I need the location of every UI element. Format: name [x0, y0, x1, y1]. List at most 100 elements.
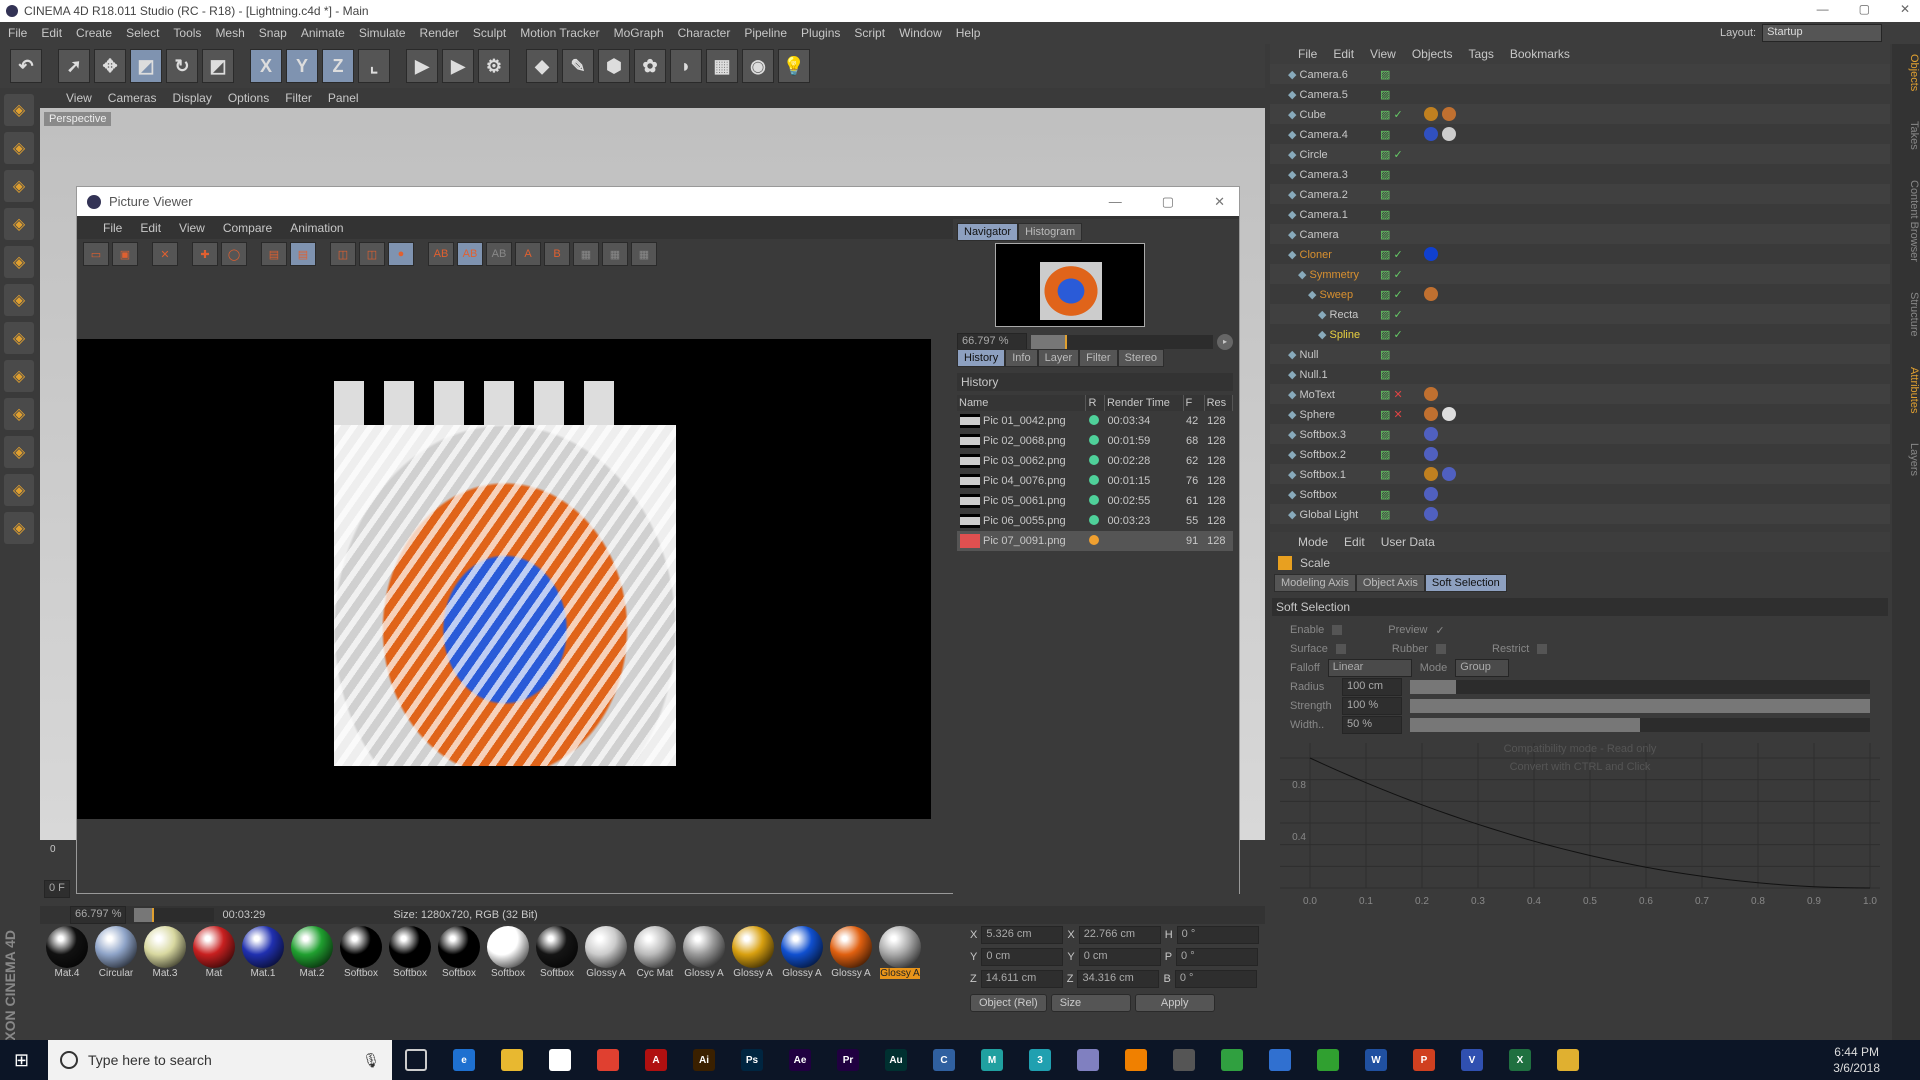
column-header-r[interactable]: R	[1085, 395, 1105, 411]
enabled-check-icon[interactable]: ✓	[1393, 289, 1402, 301]
object-row[interactable]: ◆ Sweep ▨ ✓	[1270, 284, 1890, 304]
coord-field[interactable]: 34.316 cm	[1077, 970, 1160, 988]
taskbar-explorer-icon[interactable]	[501, 1049, 523, 1071]
enabled-check-icon[interactable]: ✓	[1393, 109, 1402, 121]
object-flags[interactable]: ▨	[1380, 208, 1424, 221]
visibility-icon[interactable]: ▨	[1380, 209, 1390, 221]
visibility-icon[interactable]: ▨	[1380, 449, 1390, 461]
object-flags[interactable]: ▨	[1380, 508, 1424, 521]
pv-menu-compare[interactable]: Compare	[223, 221, 272, 235]
texture-mode-icon[interactable]: ◈	[4, 132, 34, 164]
coord-field[interactable]: 0 °	[1176, 948, 1259, 966]
column-header-render-time[interactable]: Render Time	[1104, 395, 1184, 411]
ab-compare-icon[interactable]: AB	[428, 242, 454, 266]
status-slider[interactable]	[134, 908, 215, 922]
taskbar-cinema4d-icon[interactable]: C	[933, 1049, 955, 1071]
apply-button[interactable]: Apply	[1134, 994, 1215, 1012]
taskbar-maya-icon[interactable]: M	[981, 1049, 1003, 1071]
side-tab-objects[interactable]: Objects	[1892, 54, 1920, 91]
object-flags[interactable]: ▨ ✓	[1380, 308, 1424, 321]
tab-info[interactable]: Info	[1005, 349, 1038, 367]
deformer-icon[interactable]: ◗	[670, 49, 702, 83]
navigator-preview[interactable]	[995, 243, 1145, 327]
object-row[interactable]: ◆ Null ▨	[1270, 344, 1890, 364]
material-cyc-mat[interactable]: Cyc Mat	[632, 926, 678, 986]
tag-icon[interactable]	[1442, 127, 1456, 141]
model-mode-icon[interactable]: ◈	[4, 94, 34, 126]
object-row[interactable]: ◆ Sphere ▨ ✕	[1270, 404, 1890, 424]
set-b-icon[interactable]: B	[544, 242, 570, 266]
visibility-icon[interactable]: ▨	[1380, 289, 1393, 301]
history-row[interactable]: Pic 06_0055.png 00:03:23 55 128	[957, 511, 1233, 531]
column-header-name[interactable]: Name	[957, 395, 1087, 411]
enabled-check-icon[interactable]: ✓	[1393, 269, 1402, 281]
scale-icon[interactable]: ◩	[130, 49, 162, 83]
taskbar-app2-icon[interactable]	[1221, 1049, 1243, 1071]
taskbar-premiere-icon[interactable]: Pr	[837, 1049, 859, 1071]
maximize-button[interactable]: ▢	[1859, 2, 1870, 16]
object-row[interactable]: ◆ Camera.4 ▨	[1270, 124, 1890, 144]
taskbar-acrobat-icon[interactable]: A	[645, 1049, 667, 1071]
snap-icon[interactable]: ◈	[4, 398, 34, 430]
visibility-icon[interactable]: ▨	[1380, 469, 1390, 481]
coord-field[interactable]: 0 cm	[981, 948, 1064, 966]
points-mode-icon[interactable]: ◈	[4, 208, 34, 240]
task-view-icon[interactable]	[405, 1049, 427, 1071]
menu-window[interactable]: Window	[899, 26, 942, 40]
render-settings-icon[interactable]: ⚙	[478, 49, 510, 83]
object-flags[interactable]: ▨ ✓	[1380, 108, 1424, 121]
object-row[interactable]: ◆ Camera ▨	[1270, 224, 1890, 244]
object-row[interactable]: ◆ Recta ▨ ✓	[1270, 304, 1890, 324]
taskbar-search[interactable]: Type here to search 🎙	[48, 1040, 392, 1080]
column-header-res[interactable]: Res	[1204, 395, 1234, 411]
tab-navigator[interactable]: Navigator	[957, 223, 1019, 241]
radius-field[interactable]: 100 cm	[1342, 678, 1402, 696]
taskbar-audition-icon[interactable]: Au	[885, 1049, 907, 1071]
history-row[interactable]: Pic 01_0042.png 00:03:34 42 128	[957, 411, 1233, 431]
tab-modeling-axis[interactable]: Modeling Axis	[1274, 574, 1356, 592]
om-menu-objects[interactable]: Objects	[1412, 47, 1453, 61]
taskbar-excel-icon[interactable]: X	[1509, 1049, 1531, 1071]
tab-histogram[interactable]: Histogram	[1018, 223, 1083, 241]
subdivision-icon[interactable]: ⬢	[598, 49, 630, 83]
visibility-icon[interactable]: ▨	[1380, 349, 1390, 361]
visibility-icon[interactable]: ▨	[1380, 149, 1393, 161]
object-row[interactable]: ◆ Symmetry ▨ ✓	[1270, 264, 1890, 284]
viewport-menu-panel[interactable]: Panel	[328, 91, 359, 105]
object-row[interactable]: ◆ Softbox.2 ▨	[1270, 444, 1890, 464]
compare-1-icon[interactable]: ▦	[573, 242, 599, 266]
ab-diff-icon[interactable]: AB	[486, 242, 512, 266]
tag-icon[interactable]	[1424, 127, 1438, 141]
history-row[interactable]: Pic 03_0062.png 00:02:28 62 128	[957, 451, 1233, 471]
object-flags[interactable]: ▨	[1380, 428, 1424, 441]
visibility-icon[interactable]: ▨	[1380, 269, 1393, 281]
menu-character[interactable]: Character	[678, 26, 731, 40]
object-row[interactable]: ◆ MoText ▨ ✕	[1270, 384, 1890, 404]
load-icon[interactable]: ◯	[221, 242, 247, 266]
object-flags[interactable]: ▨	[1380, 88, 1424, 101]
viewport-menu-options[interactable]: Options	[228, 91, 269, 105]
render-view-icon[interactable]: ▶	[406, 49, 438, 83]
enabled-check-icon[interactable]: ✓	[1393, 329, 1402, 341]
material-mat[interactable]: Mat	[191, 926, 237, 986]
remove-all-icon[interactable]: ▤	[290, 242, 316, 266]
save-icon[interactable]: ▣	[112, 242, 138, 266]
visibility-icon[interactable]: ▨	[1380, 249, 1393, 261]
object-row[interactable]: ◆ Cube ▨ ✓	[1270, 104, 1890, 124]
coord-field[interactable]: 0 °	[1174, 970, 1257, 988]
object-flags[interactable]: ▨ ✕	[1380, 388, 1424, 401]
material-glossy-a[interactable]: Glossy A	[828, 926, 874, 986]
visibility-icon[interactable]: ▨	[1380, 129, 1390, 141]
radius-slider[interactable]	[1410, 680, 1870, 694]
last-tool-icon[interactable]: ◩	[202, 49, 234, 83]
visibility-icon[interactable]: ▨	[1380, 429, 1390, 441]
menu-edit[interactable]: Edit	[41, 26, 62, 40]
menu-file[interactable]: File	[8, 26, 27, 40]
visibility-icon[interactable]: ▨	[1380, 109, 1393, 121]
x-axis-icon[interactable]: X	[250, 49, 282, 83]
am-menu-edit[interactable]: Edit	[1344, 535, 1365, 549]
tweak-icon[interactable]: ◈	[4, 360, 34, 392]
material-softbox[interactable]: Softbox	[338, 926, 384, 986]
taskbar-app-icon[interactable]	[1173, 1049, 1195, 1071]
cube-icon[interactable]: ◆	[526, 49, 558, 83]
